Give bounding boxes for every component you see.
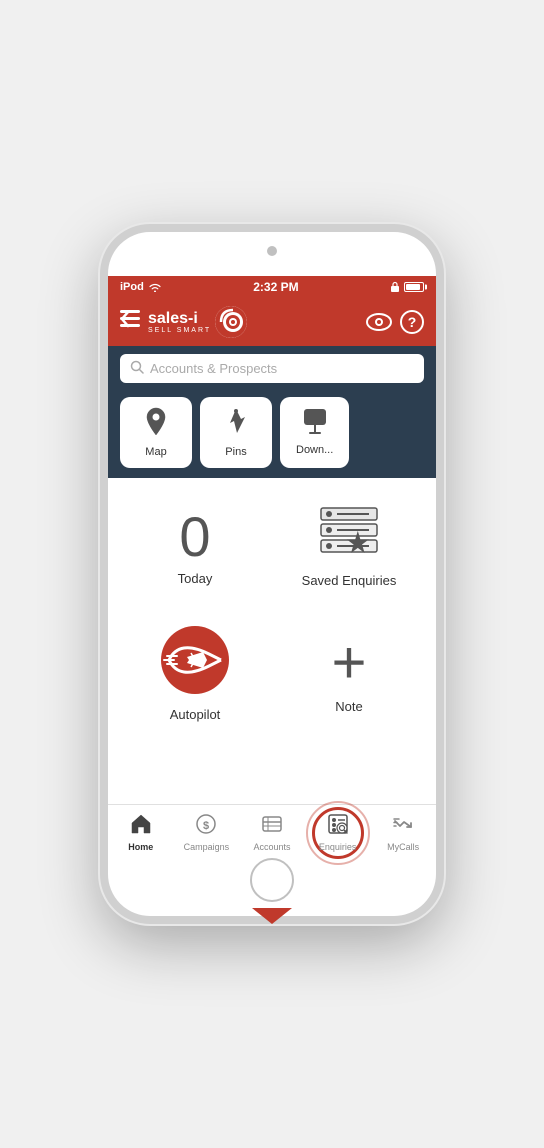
download-label: Down...	[296, 444, 333, 456]
mycalls-icon	[392, 813, 414, 840]
autopilot-widget[interactable]: Autopilot	[124, 612, 266, 734]
lock-icon	[390, 281, 400, 293]
time-display: 2:32 PM	[253, 280, 298, 294]
search-icon	[130, 360, 144, 377]
tab-enquiries[interactable]: Enquiries	[305, 809, 371, 856]
svg-text:?: ?	[408, 314, 417, 330]
screen: iPod 2:32 PM	[108, 276, 436, 860]
app-header: sales-i SELL SMART	[108, 298, 436, 346]
tab-mycalls-label: MyCalls	[387, 842, 419, 852]
quick-actions-bar: Map Pins	[108, 391, 436, 478]
map-label: Map	[145, 446, 166, 458]
tab-campaigns-label: Campaigns	[184, 842, 230, 852]
today-label: Today	[178, 571, 213, 586]
tab-bar: Home $ Campaigns	[108, 804, 436, 860]
help-button[interactable]: ?	[400, 310, 424, 334]
accounts-icon	[261, 813, 283, 840]
tab-home-label: Home	[128, 842, 153, 852]
today-widget[interactable]: 0 Today	[124, 494, 266, 600]
enquiries-icon	[327, 813, 349, 840]
main-content: 0 Today	[108, 478, 436, 794]
download-button[interactable]: Down...	[280, 397, 349, 468]
tab-accounts-label: Accounts	[253, 842, 290, 852]
pins-icon	[223, 407, 249, 442]
svg-text:$: $	[203, 820, 209, 832]
tab-campaigns[interactable]: $ Campaigns	[174, 809, 240, 856]
eye-button[interactable]	[366, 313, 392, 331]
download-icon	[302, 407, 328, 440]
campaigns-icon: $	[195, 813, 217, 840]
today-count: 0	[179, 509, 210, 565]
logo-container: sales-i SELL SMART	[148, 306, 247, 338]
tab-mycalls[interactable]: MyCalls	[370, 809, 436, 856]
battery-icon	[404, 282, 424, 292]
note-label: Note	[335, 699, 362, 714]
logo-text: sales-i	[148, 311, 211, 327]
device-name: iPod	[120, 281, 144, 293]
saved-enquiries-label: Saved Enquiries	[302, 573, 397, 588]
status-bar: iPod 2:32 PM	[108, 276, 436, 298]
bottom-arrow	[252, 908, 292, 924]
note-plus-icon: +	[331, 633, 366, 693]
phone-frame: iPod 2:32 PM	[100, 224, 444, 924]
tab-enquiries-label: Enquiries	[319, 842, 357, 852]
autopilot-icon	[159, 624, 231, 701]
autopilot-label: Autopilot	[170, 707, 221, 722]
back-button[interactable]	[120, 310, 142, 334]
saved-enquiries-icon	[317, 506, 381, 567]
pins-label: Pins	[225, 446, 246, 458]
map-button[interactable]: Map	[120, 397, 192, 468]
search-input-wrapper[interactable]: Accounts & Prospects	[120, 354, 424, 383]
logo-icon	[215, 306, 247, 338]
note-widget[interactable]: + Note	[278, 612, 420, 734]
search-placeholder: Accounts & Prospects	[150, 361, 277, 376]
pins-button[interactable]: Pins	[200, 397, 272, 468]
tab-accounts[interactable]: Accounts	[239, 809, 305, 856]
logo-tagline: SELL SMART	[148, 327, 211, 334]
wifi-icon	[148, 282, 162, 292]
saved-enquiries-widget[interactable]: Saved Enquiries	[278, 494, 420, 600]
home-icon	[130, 813, 152, 840]
map-icon	[143, 407, 169, 442]
tab-home[interactable]: Home	[108, 809, 174, 856]
search-bar: Accounts & Prospects	[108, 346, 436, 391]
